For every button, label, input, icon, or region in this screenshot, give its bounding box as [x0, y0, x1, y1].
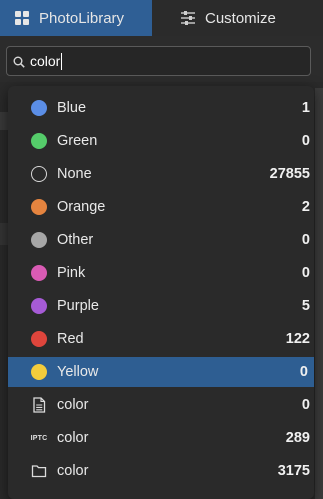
- list-item-red[interactable]: Red 122: [8, 324, 314, 354]
- list-item-purple[interactable]: Purple 5: [8, 291, 314, 321]
- item-count: 0: [301, 397, 310, 413]
- item-label: Blue: [57, 100, 87, 116]
- tab-label: Customize: [205, 9, 276, 27]
- search-input[interactable]: color: [6, 46, 311, 76]
- item-count: 122: [285, 331, 310, 347]
- item-label: Red: [57, 331, 84, 347]
- list-item-none[interactable]: None 27855: [8, 159, 314, 189]
- item-count: 0: [299, 364, 308, 380]
- text-cursor: [61, 52, 63, 70]
- empty-circle-icon: [31, 166, 47, 182]
- iptc-icon-text: IPTC: [30, 434, 48, 442]
- tab-photolibrary[interactable]: PhotoLibrary: [0, 0, 152, 36]
- item-count: 0: [301, 232, 310, 248]
- item-count: 2: [301, 199, 310, 215]
- orange-color-dot-icon: [31, 199, 47, 215]
- item-label: None: [57, 166, 92, 182]
- list-item-blue[interactable]: Blue 1: [8, 93, 314, 123]
- background-panel-strip: [0, 112, 8, 130]
- list-item-green[interactable]: Green 0: [8, 126, 314, 156]
- yellow-color-dot-icon: [31, 364, 47, 380]
- item-count: 289: [285, 430, 310, 446]
- list-item-yellow[interactable]: Yellow 0: [8, 357, 314, 387]
- purple-color-dot-icon: [31, 298, 47, 314]
- item-label: Purple: [57, 298, 99, 314]
- gray-color-dot-icon: [31, 232, 47, 248]
- list-item-other[interactable]: Other 0: [8, 225, 314, 255]
- item-label: Orange: [57, 199, 106, 215]
- item-count: 0: [301, 265, 310, 281]
- item-label: Other: [57, 232, 94, 248]
- item-label: Yellow: [57, 364, 99, 380]
- green-color-dot-icon: [31, 133, 47, 149]
- item-label: color: [57, 397, 89, 413]
- document-icon: [31, 397, 47, 413]
- list-item-color-document[interactable]: color 0: [8, 390, 314, 420]
- tab-customize[interactable]: Customize: [152, 0, 323, 36]
- list-item-orange[interactable]: Orange 2: [8, 192, 314, 222]
- item-label: Pink: [57, 265, 86, 281]
- blue-color-dot-icon: [31, 100, 47, 116]
- item-count: 3175: [277, 463, 310, 479]
- pink-color-dot-icon: [31, 265, 47, 281]
- sliders-icon: [180, 10, 196, 26]
- list-item-color-folder[interactable]: color 3175: [8, 456, 314, 486]
- search-icon: [13, 55, 25, 68]
- item-count: 1: [301, 100, 310, 116]
- background-scroll-edge: [315, 88, 323, 499]
- search-value: color: [30, 53, 61, 69]
- search-area: color: [0, 36, 323, 82]
- item-count: 5: [301, 298, 310, 314]
- background-panel-strip: [0, 223, 8, 245]
- top-tab-bar: PhotoLibrary Customize: [0, 0, 323, 36]
- suggestion-dropdown: Blue 1 Green 0 None 27855 Orange 2 Other…: [8, 86, 314, 499]
- item-label: color: [57, 430, 89, 446]
- list-item-color-iptc[interactable]: IPTC color 289: [8, 423, 314, 453]
- list-item-pink[interactable]: Pink 0: [8, 258, 314, 288]
- item-label: Green: [57, 133, 98, 149]
- iptc-icon: IPTC: [30, 430, 48, 446]
- item-count: 27855: [269, 166, 310, 182]
- item-label: color: [57, 463, 89, 479]
- grid-icon: [14, 10, 30, 26]
- red-color-dot-icon: [31, 331, 47, 347]
- folder-icon: [31, 463, 47, 479]
- tab-label: PhotoLibrary: [39, 9, 125, 27]
- item-count: 0: [301, 133, 310, 149]
